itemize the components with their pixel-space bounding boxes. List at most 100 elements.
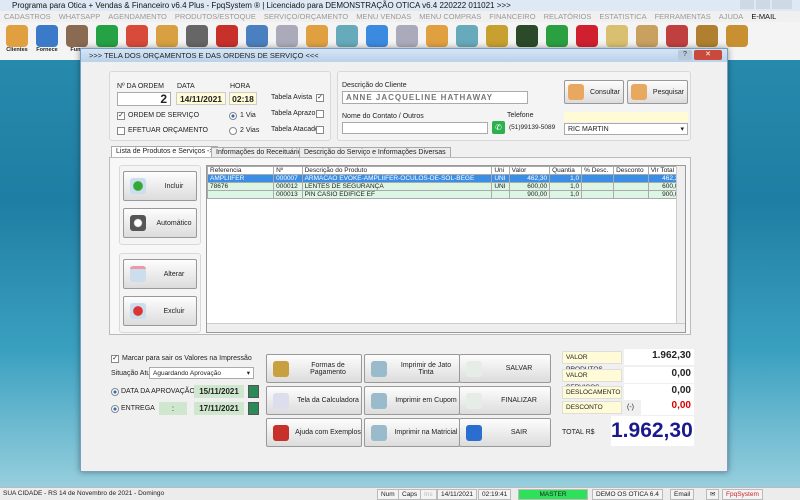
tag-icon xyxy=(606,25,628,47)
date-field[interactable]: 14/11/2021 xyxy=(176,92,226,105)
wholesale-table-checkbox[interactable] xyxy=(316,126,324,134)
help-examples-button[interactable]: Ajuda com Exemplos xyxy=(266,418,362,447)
include-button[interactable]: Incluir xyxy=(123,171,197,201)
column-header[interactable]: % Desc. xyxy=(581,166,615,175)
print-values-checkbox[interactable]: ✓ xyxy=(111,355,119,363)
travel-value[interactable]: 0,00 xyxy=(624,384,694,400)
cash-table-checkbox[interactable]: ✓ xyxy=(316,94,324,102)
grand-total: 1.962,30 xyxy=(611,416,694,446)
date-label: DATA xyxy=(177,83,195,90)
menu-item[interactable]: FINANCEIRO xyxy=(489,11,535,22)
approval-date[interactable]: 15/11/2021 xyxy=(194,385,244,398)
menu-item[interactable]: ESTATISTICA xyxy=(599,11,646,22)
client-field[interactable]: ANNE JACQUELINE HATHAWAY xyxy=(342,91,528,104)
menu-item[interactable]: CADASTROS xyxy=(4,11,51,22)
exit-button[interactable]: SAIR xyxy=(459,418,551,447)
delivery-time[interactable]: : xyxy=(159,402,187,415)
contact-field[interactable] xyxy=(342,122,488,134)
table-cell xyxy=(613,174,649,183)
help-button[interactable]: ? xyxy=(678,50,692,60)
dialog-close-button[interactable]: ✕ xyxy=(694,50,722,60)
service-order-checkbox[interactable]: ✓ xyxy=(117,112,125,120)
edit-button[interactable]: Alterar xyxy=(123,259,197,289)
term-table-checkbox[interactable] xyxy=(316,110,324,118)
whatsapp-icon[interactable]: ✆ xyxy=(492,121,505,134)
situation-select[interactable]: Aguardando Aprovação ▾ xyxy=(149,367,254,379)
phone-field[interactable]: (51)99139-5089 xyxy=(509,124,555,131)
status-email[interactable]: Email xyxy=(670,489,695,500)
consult-button[interactable]: Consultar xyxy=(564,80,624,104)
minimize-button[interactable] xyxy=(740,0,754,9)
table-row[interactable]: 78676 000012 LENTES DE SEGURANÇA UNI 600,00 1… xyxy=(206,182,686,191)
products-total: 1.962,30 xyxy=(624,349,694,365)
approval-radio[interactable] xyxy=(111,388,119,396)
automatic-button[interactable]: Automático xyxy=(123,208,197,238)
menu-item[interactable]: RELATÓRIOS xyxy=(544,11,592,22)
window-title: Programa para Otica + Vendas & Financeir… xyxy=(0,0,800,11)
calculator-button[interactable]: Tela da Calculadora xyxy=(266,386,362,415)
column-header[interactable]: Valor xyxy=(508,166,551,175)
include-label: Incluir xyxy=(164,182,184,190)
column-header[interactable]: Uni xyxy=(491,166,510,175)
two-copies-radio[interactable] xyxy=(229,127,237,135)
discount-label: DESCONTO xyxy=(562,401,622,414)
status-bar: SUA CIDADE - RS 14 de Novembro de 2021 -… xyxy=(0,487,800,500)
table-cell: ARMACAO EVOKE-AMPLIIFER-OCULOS-DE-SOL-BE… xyxy=(301,174,493,183)
close-button[interactable] xyxy=(772,0,792,9)
print-inkjet-button[interactable]: Imprimir de Jato Tinta xyxy=(364,354,460,383)
vertical-scrollbar[interactable] xyxy=(676,166,685,324)
products-total-label: VALOR PRODUTOS xyxy=(562,351,622,373)
column-header[interactable]: Referencia xyxy=(206,166,275,175)
delete-button[interactable]: Excluir xyxy=(123,296,197,326)
print-receipt-button[interactable]: Imprimir em Cupom xyxy=(364,386,460,415)
disc-icon xyxy=(456,25,478,47)
finalize-button[interactable]: FINALIZAR xyxy=(459,386,551,415)
folder-icon xyxy=(426,25,448,47)
table-row[interactable]: AMPLIIFER 000007 ARMACAO EVOKE-AMPLIIFER-O… xyxy=(206,174,686,183)
horizontal-scrollbar[interactable] xyxy=(207,323,685,332)
consult-label: Consultar xyxy=(590,88,620,96)
column-header[interactable]: Descrição do Produto xyxy=(301,166,493,175)
one-copy-radio[interactable] xyxy=(229,112,237,120)
travel-label: DESLOCAMENTO xyxy=(562,386,622,399)
delivery-date[interactable]: 17/11/2021 xyxy=(194,402,244,415)
menu-item[interactable]: E-MAIL xyxy=(751,11,776,22)
insert-indicator: Ins xyxy=(420,489,437,500)
search-button[interactable]: Pesquisar xyxy=(627,80,688,104)
maximize-button[interactable] xyxy=(756,0,770,9)
menu-item[interactable]: WHATSAPP xyxy=(59,11,101,22)
order-number[interactable]: 2 xyxy=(117,92,171,106)
toolbar-button[interactable]: Clientes xyxy=(4,25,30,55)
calendar-icon[interactable] xyxy=(248,402,259,415)
column-header[interactable]: Quantia xyxy=(549,166,583,175)
menu-item[interactable]: AJUDA xyxy=(719,11,744,22)
print-dot-matrix-button[interactable]: Imprimir na Matricial xyxy=(364,418,460,447)
delivery-radio[interactable] xyxy=(111,405,119,413)
exit-icon xyxy=(466,424,482,441)
caps-lock-indicator: Caps xyxy=(398,489,422,500)
menu-item[interactable]: MENU COMPRAS xyxy=(419,11,481,22)
table-cell xyxy=(581,190,615,199)
barcode-icon xyxy=(130,215,146,231)
table-row[interactable]: 000013 PIN CASIO EDIFICE EF 900,00 1,0 900,0… xyxy=(206,190,686,199)
calendar-icon[interactable] xyxy=(248,385,259,398)
add-icon xyxy=(130,178,146,194)
column-header[interactable]: Desconto xyxy=(613,166,649,175)
save-button[interactable]: SALVAR xyxy=(459,354,551,383)
chevron-down-icon: ▾ xyxy=(680,126,684,133)
payment-methods-button[interactable]: Formas de Pagamento xyxy=(266,354,362,383)
menu-item[interactable]: PRODUTOS/ESTOQUE xyxy=(175,11,256,22)
toolbar-button[interactable]: Fornece xyxy=(34,25,60,55)
discount-value[interactable]: 0,00 xyxy=(641,399,694,415)
dollar-green-icon xyxy=(546,25,568,47)
menu-item[interactable]: SERVIÇO/ORÇAMENTO xyxy=(264,11,348,22)
menu-item[interactable]: FERRAMENTAS xyxy=(655,11,711,22)
print-receipt-label: Imprimir em Cupom xyxy=(395,397,457,404)
quote-checkbox[interactable] xyxy=(117,127,125,135)
employees-icon xyxy=(66,25,88,47)
time-field[interactable]: 02:18 xyxy=(229,92,257,105)
seller-select[interactable]: RIC MARTIN ▾ xyxy=(564,123,688,135)
menu-item[interactable]: AGENDAMENTO xyxy=(108,11,167,22)
menu-item[interactable]: MENU VENDAS xyxy=(356,11,411,22)
column-header[interactable]: Nº xyxy=(273,166,303,175)
